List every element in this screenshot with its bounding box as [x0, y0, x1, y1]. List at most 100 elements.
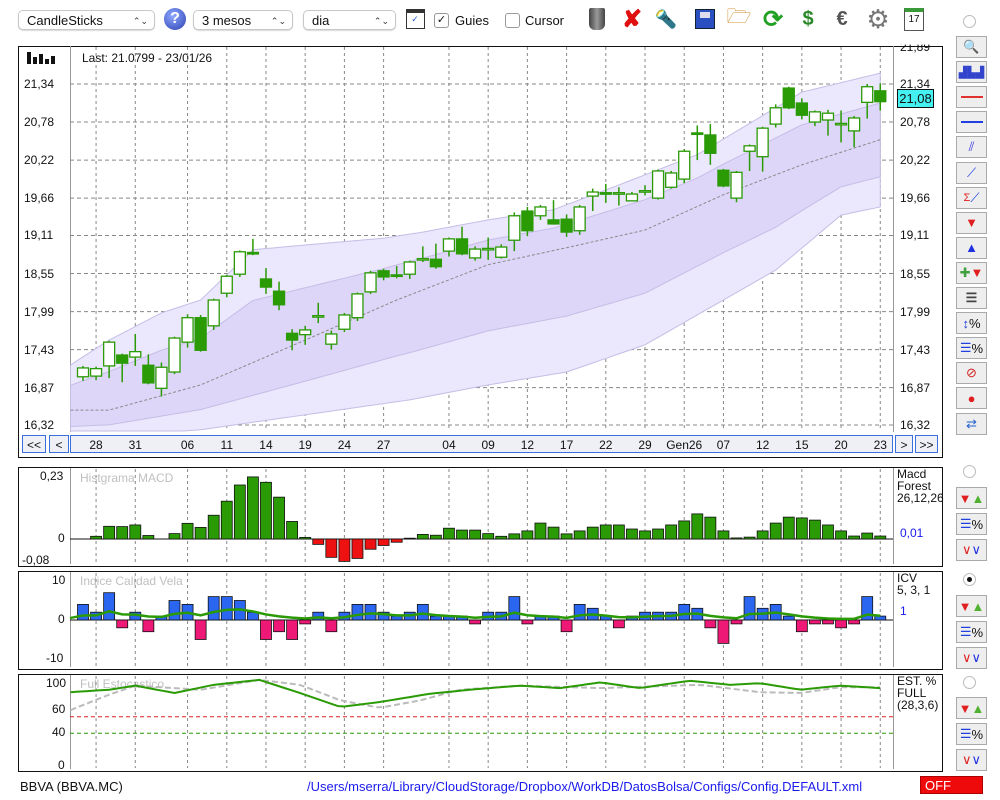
folder-icon[interactable]: 🗁: [726, 6, 752, 32]
sync-button[interactable]: ⇄: [956, 412, 987, 435]
signals-button[interactable]: ▼ ▲: [956, 487, 987, 509]
stochastic-plot-area[interactable]: [70, 675, 894, 769]
price-plot-area[interactable]: [70, 46, 894, 432]
calendar-icon[interactable]: 17: [901, 6, 927, 32]
signals-button[interactable]: ▼ ▲: [956, 595, 987, 617]
price-tick-left: 21,34: [24, 77, 55, 91]
trash-icon[interactable]: [584, 6, 610, 32]
panel-select-radio[interactable]: [963, 676, 976, 689]
lines-percent-button[interactable]: ☰%: [956, 337, 987, 360]
clear-button[interactable]: ⊘: [956, 362, 987, 385]
oscillator-button[interactable]: ∨ ∨: [956, 539, 987, 561]
add-signal-button[interactable]: ✚ ▼: [956, 261, 987, 284]
last-page-button[interactable]: >>: [915, 435, 938, 453]
main-panel-radio[interactable]: [963, 15, 976, 28]
stochastic-tick: 0: [58, 758, 65, 772]
panel-select-radio[interactable]: [963, 465, 976, 478]
sum-trendline-button[interactable]: Σ ⟋: [956, 186, 987, 209]
price-tick-right: 16,87: [900, 380, 931, 395]
signals-button[interactable]: ▼ ▲: [956, 697, 987, 719]
price-tick-right: 20,22: [900, 153, 931, 168]
oscillator-button[interactable]: ∨ ∨: [956, 749, 987, 771]
lines-percent-button[interactable]: ☰%: [956, 621, 987, 643]
period-value: 3 mesos: [202, 13, 252, 28]
macd-tick: 0: [58, 531, 65, 545]
panel-select-radio[interactable]: [963, 573, 976, 586]
config-path-link[interactable]: /Users/mserra/Library/CloudStorage/Dropb…: [307, 779, 862, 794]
chart-type-value: CandleSticks: [27, 13, 103, 28]
macd-plot-area[interactable]: [70, 468, 894, 564]
price-tick-right: 19,66: [900, 191, 931, 206]
guies-label: Guies: [455, 13, 489, 28]
prev-page-button[interactable]: <: [49, 435, 69, 453]
guies-checkbox[interactable]: ✓: [434, 13, 449, 28]
date-label: 12: [520, 438, 535, 452]
date-label: 22: [599, 438, 613, 452]
euro-icon[interactable]: €: [829, 6, 855, 32]
channel-button[interactable]: ⫽: [956, 136, 987, 159]
trendline-button[interactable]: ⟋: [956, 161, 987, 184]
symbol-label: BBVA (BBVA.MC): [20, 779, 123, 794]
oscillator-button[interactable]: ∨ ∨: [956, 647, 987, 669]
price-tick-left: 19,66: [24, 191, 55, 206]
flashlight-icon[interactable]: 🔦: [653, 6, 679, 32]
cursor-checkbox[interactable]: [505, 13, 520, 28]
zoom-button[interactable]: 🔍: [956, 36, 987, 58]
last-price-label: Last: 21.0799 - 23/01/26: [80, 51, 215, 65]
date-label: 14: [259, 438, 273, 452]
first-page-button[interactable]: <<: [22, 435, 46, 453]
icv-plot-area[interactable]: [70, 572, 894, 667]
date-label: 20: [834, 438, 848, 452]
lines-percent-button[interactable]: ☰%: [956, 513, 987, 535]
stochastic-name: EST. % FULL: [897, 674, 937, 700]
date-label: 04: [442, 438, 456, 452]
interval-value: dia: [312, 13, 330, 28]
icv-title: Indice Calidad Vela: [80, 574, 183, 588]
icv-params: 5, 3, 1: [897, 583, 931, 597]
icv-tick: 0: [58, 612, 65, 626]
date-label: 24: [337, 438, 352, 452]
price-tick-left: 19,11: [24, 228, 54, 243]
refresh-icon[interactable]: ⟳: [760, 6, 786, 33]
refresh-dollar-icon[interactable]: $: [795, 6, 821, 32]
grid-lines-button[interactable]: ☰: [956, 287, 987, 309]
lines-percent-button[interactable]: ☰%: [956, 723, 987, 745]
price-tick-left: 16,87: [24, 380, 55, 395]
status-off-button[interactable]: OFF: [920, 776, 983, 794]
volume-chart-button[interactable]: ▟▙▟: [956, 61, 987, 84]
stochastic-tick: 40: [52, 725, 66, 740]
next-page-button[interactable]: >: [895, 435, 913, 453]
gear-icon[interactable]: ⚙: [865, 4, 891, 34]
price-tick-right: 17,99: [900, 304, 931, 319]
date-label: 09: [481, 438, 495, 452]
chart-type-select[interactable]: CandleSticks ⌃⌄: [18, 10, 155, 30]
macd-name: Macd Forest: [897, 467, 932, 493]
price-tick-right: 19,11: [900, 228, 930, 243]
chart-window-icon[interactable]: ✓: [402, 6, 428, 32]
delete-icon[interactable]: ✘: [619, 6, 645, 33]
date-label: 06: [180, 438, 195, 452]
sell-arrow-button[interactable]: ▼: [956, 211, 987, 234]
price-tick-left: 20,22: [24, 153, 55, 168]
buy-arrow-button[interactable]: ▲: [956, 236, 987, 259]
red-horizontal-line-button[interactable]: [956, 86, 987, 109]
price-tick-left: 16,32: [24, 418, 55, 432]
stochastic-tick: 100: [46, 676, 67, 690]
macd-title: Histgrama MACD: [80, 471, 174, 485]
price-tick-right: 21,89: [900, 39, 931, 54]
price-tick-left: 17,99: [24, 304, 55, 319]
period-select[interactable]: 3 mesos ⌃⌄: [193, 10, 293, 30]
date-label: Gen26: [666, 438, 703, 452]
macd-tick: -0,08: [22, 552, 50, 567]
record-button[interactable]: ●: [956, 387, 987, 410]
help-icon[interactable]: ?: [162, 6, 188, 32]
date-label: 12: [755, 438, 770, 452]
blue-horizontal-line-button[interactable]: [956, 111, 987, 134]
save-icon[interactable]: [692, 6, 718, 32]
date-label: 15: [795, 438, 809, 452]
macd-tick: 0,23: [40, 468, 64, 483]
percent-range-button[interactable]: ↕%: [956, 312, 987, 335]
interval-select[interactable]: dia ⌃⌄: [303, 10, 396, 30]
price-tick-right: 16,32: [900, 418, 931, 432]
icv-tick: -10: [46, 651, 64, 665]
